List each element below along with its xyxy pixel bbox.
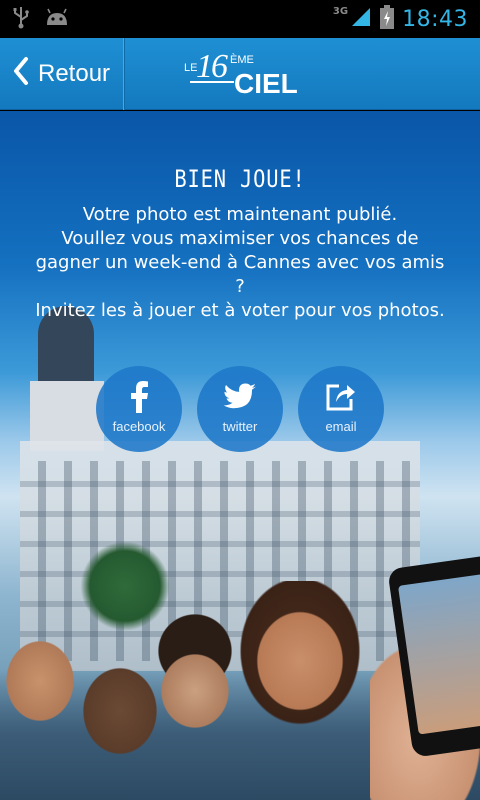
message: Votre photo est maintenant publié. Voull… <box>20 203 460 323</box>
share-label: email <box>325 419 357 434</box>
chevron-left-icon <box>12 56 30 93</box>
message-line: Voullez vous maximiser vos chances de <box>61 228 419 249</box>
email-share-button[interactable]: email <box>298 366 384 452</box>
android-icon <box>44 7 70 31</box>
twitter-share-button[interactable]: twitter <box>197 366 283 452</box>
signal-icon <box>350 6 372 32</box>
facebook-share-button[interactable]: facebook <box>96 366 182 452</box>
message-line: gagner un week-end à Cannes avec vos ami… <box>35 252 445 273</box>
clock: 18:43 <box>402 6 468 32</box>
message-line: Invitez les à jouer et à voter pour vos … <box>35 300 445 321</box>
facebook-icon <box>96 380 182 414</box>
back-button[interactable]: Retour <box>0 38 124 110</box>
brand-logo: LE 16 ÈME CIEL <box>178 48 308 102</box>
logo-underline <box>190 81 234 83</box>
message-line: Votre photo est maintenant publié. <box>82 204 398 225</box>
battery-charging-icon <box>380 5 395 33</box>
logo-superscript: ÈME <box>230 54 254 66</box>
share-export-icon <box>298 380 384 414</box>
logo-word: CIEL <box>234 68 298 99</box>
page-title: BIEN JOUE! <box>174 165 306 193</box>
message-line: ? <box>235 276 245 297</box>
twitter-bird-icon <box>197 380 283 414</box>
share-label: facebook <box>112 419 166 434</box>
app-header: Retour LE 16 ÈME CIEL <box>0 38 480 110</box>
status-bar: 3G 18:43 <box>0 0 480 38</box>
usb-icon <box>12 5 30 33</box>
share-label: twitter <box>222 419 258 434</box>
back-button-label: Retour <box>38 60 111 87</box>
share-buttons: facebook twitter email <box>96 366 386 454</box>
network-type: 3G <box>332 5 349 17</box>
